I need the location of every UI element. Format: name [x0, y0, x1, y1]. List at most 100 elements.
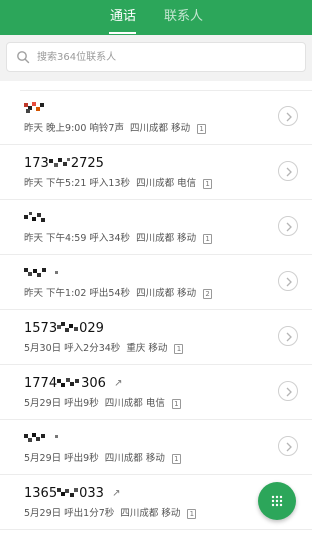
- call-log-row[interactable]: 1573 029 5月30日 呼入2分34秒 重庆 移动 1: [0, 310, 312, 365]
- redacted-name-mosaic: [57, 378, 80, 387]
- caller-name: 1365 033 ↗: [24, 485, 120, 502]
- call-log-row[interactable]: 昨天 晚上9:00 响铃7声 四川成都 移动 1: [0, 90, 312, 145]
- call-time: 晚上9:00: [46, 123, 87, 134]
- caller-name: [24, 265, 64, 282]
- call-meta: 昨天 下午5:21 呼入13秒 四川成都 电信 1: [24, 177, 213, 190]
- call-log-row[interactable]: 173 2725 昨天 下午5:21 呼入13秒 四川成都 电信 1: [0, 145, 312, 200]
- call-carrier: 移动: [148, 343, 168, 354]
- redacted-name-mosaic: [24, 212, 45, 222]
- call-date: 5月29日: [24, 508, 62, 519]
- call-detail-button[interactable]: [278, 106, 298, 126]
- call-detail: 呼出9秒: [64, 398, 99, 409]
- active-tab-indicator: [109, 32, 136, 34]
- call-location: 四川成都: [104, 398, 143, 409]
- call-time: 下午4:59: [46, 233, 87, 244]
- dialpad-button[interactable]: [258, 482, 296, 520]
- call-carrier: 移动: [145, 453, 165, 464]
- call-log-row[interactable]: 5月29日 呼出9秒 四川成都 移动 1: [0, 420, 312, 475]
- call-detail-button[interactable]: [278, 161, 298, 181]
- call-carrier: 移动: [161, 508, 181, 519]
- call-carrier: 电信: [145, 398, 165, 409]
- call-detail: 呼出1分7秒: [64, 508, 115, 519]
- call-meta: 5月29日 呼出9秒 四川成都 电信 1: [24, 397, 181, 410]
- chevron-right-icon: [286, 167, 292, 177]
- call-detail: 呼入34秒: [89, 233, 131, 244]
- call-detail: 呼入13秒: [89, 178, 131, 189]
- call-carrier: 移动: [171, 123, 191, 134]
- sim-card-icon: 1: [171, 399, 181, 409]
- call-detail: 呼入2分34秒: [64, 343, 121, 354]
- call-detail: 呼出54秒: [89, 288, 131, 299]
- call-location: 四川成都: [136, 233, 175, 244]
- call-log-row[interactable]: 昨天 下午1:02 呼出54秒 四川成都 移动 2: [0, 255, 312, 310]
- call-log-row[interactable]: 1774 306 ↗ 5月29日 呼出9秒 四川成都 电信 1: [0, 365, 312, 420]
- caller-name: [24, 210, 48, 227]
- redacted-name-mosaic: [57, 488, 79, 497]
- caller-number-end: 033: [79, 486, 104, 501]
- call-meta: 5月30日 呼入2分34秒 重庆 移动 1: [24, 342, 184, 355]
- chevron-right-icon: [286, 442, 292, 452]
- caller-number-end: 306: [81, 376, 106, 391]
- sim-card-icon: 1: [187, 509, 197, 519]
- redacted-name-mosaic: [24, 268, 58, 277]
- chevron-right-icon: [286, 332, 292, 342]
- caller-number-start: 1774: [24, 376, 58, 391]
- chevron-right-icon: [286, 112, 292, 122]
- caller-name: [24, 430, 60, 447]
- call-detail-button[interactable]: [278, 326, 298, 346]
- sim-card-icon: 1: [197, 124, 207, 134]
- call-location: 四川成都: [130, 123, 169, 134]
- call-location: 四川成都: [120, 508, 159, 519]
- caller-number-start: 173: [24, 156, 49, 171]
- call-detail-button[interactable]: [278, 216, 298, 236]
- sim-card-icon: 1: [203, 179, 213, 189]
- call-date: 5月30日: [24, 343, 62, 354]
- search-input[interactable]: [37, 48, 297, 66]
- call-carrier: 移动: [177, 233, 197, 244]
- redacted-name-mosaic: [48, 158, 70, 167]
- search-box[interactable]: [6, 42, 306, 72]
- call-date: 5月29日: [24, 398, 62, 409]
- caller-name: 173 2725: [24, 155, 104, 172]
- sim-card-icon: 1: [203, 234, 213, 244]
- caller-number-end: 029: [79, 321, 104, 336]
- call-meta: 昨天 下午4:59 呼入34秒 四川成都 移动 1: [24, 232, 213, 245]
- redacted-name-mosaic: [24, 102, 44, 113]
- caller-number-end: 2725: [70, 156, 104, 171]
- caller-name: 1774 306 ↗: [24, 375, 122, 392]
- caller-number-start: 1573: [24, 321, 58, 336]
- call-location: 重庆: [126, 343, 146, 354]
- sim-card-icon: 1: [174, 344, 184, 354]
- tab-calls[interactable]: 通话: [110, 8, 136, 26]
- top-tab-bar: 通话 联系人: [0, 0, 312, 35]
- call-detail-button[interactable]: [278, 271, 298, 291]
- call-detail-button[interactable]: [278, 436, 298, 456]
- call-meta: 昨天 下午1:02 呼出54秒 四川成都 移动 2: [24, 287, 213, 300]
- call-log-list: 昨天 晚上9:00 响铃7声 四川成都 移动 1 173 2725 昨天 下午5…: [0, 90, 312, 536]
- tab-contacts[interactable]: 联系人: [164, 8, 203, 26]
- call-carrier: 电信: [177, 178, 197, 189]
- sim-card-icon: 2: [203, 289, 213, 299]
- call-date: 5月29日: [24, 453, 62, 464]
- call-detail: 呼出9秒: [64, 453, 99, 464]
- sim-card-icon: 1: [171, 454, 181, 464]
- call-date: 昨天: [24, 288, 44, 299]
- redacted-name-mosaic: [57, 322, 79, 332]
- chevron-right-icon: [286, 222, 292, 232]
- call-meta: 昨天 晚上9:00 响铃7声 四川成都 移动 1: [24, 122, 207, 135]
- call-detail: 响铃7声: [89, 123, 124, 134]
- caller-name: [24, 100, 48, 117]
- call-log-row[interactable]: 昨天 下午4:59 呼入34秒 四川成都 移动 1: [0, 200, 312, 255]
- redacted-name-mosaic: [24, 433, 58, 442]
- call-location: 四川成都: [136, 288, 175, 299]
- search-bar: [0, 35, 312, 81]
- call-location: 四川成都: [136, 178, 175, 189]
- call-date: 昨天: [24, 178, 44, 189]
- call-date: 昨天: [24, 123, 44, 134]
- call-detail-button[interactable]: [278, 381, 298, 401]
- call-time: 下午1:02: [46, 288, 87, 299]
- search-icon: [17, 51, 30, 64]
- caller-number-start: 1365: [24, 486, 58, 501]
- call-meta: 5月29日 呼出9秒 四川成都 移动 1: [24, 452, 181, 465]
- call-date: 昨天: [24, 233, 44, 244]
